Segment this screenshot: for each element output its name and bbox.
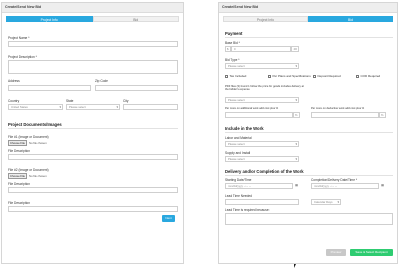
file2-label: File #2 (Image or Document) bbox=[8, 168, 49, 172]
file1-picker: Choose File No file chosen bbox=[8, 140, 47, 146]
file1-description-label: File Description bbox=[8, 149, 30, 153]
lead-time-reason-label: Lead Time is required because: bbox=[225, 208, 270, 212]
bid-panel: Create/Send New Bid Project Info Bid Pay… bbox=[218, 2, 398, 264]
file-status: No file chosen bbox=[28, 174, 47, 178]
file-description-input[interactable] bbox=[8, 206, 178, 212]
panel-title: Create/Send New Bid bbox=[2, 3, 183, 13]
additional-work-input[interactable] bbox=[225, 112, 293, 118]
deductive-work-input[interactable] bbox=[311, 112, 379, 118]
base-bid-label: Base Bid * bbox=[225, 41, 240, 45]
percent-addon: % bbox=[293, 112, 300, 118]
checkbox-box[interactable] bbox=[356, 74, 359, 78]
supply-install-label: Supply and Install bbox=[225, 151, 251, 155]
bid-type-select[interactable]: Please select bbox=[225, 63, 299, 69]
documents-section-title: Project Documents/Images bbox=[8, 122, 62, 127]
choose-file-button[interactable]: Choose File bbox=[8, 140, 27, 146]
project-description-textarea[interactable] bbox=[8, 60, 178, 74]
city-input[interactable] bbox=[123, 104, 178, 110]
checkbox-box[interactable] bbox=[268, 74, 271, 78]
file-description-label: File Description bbox=[8, 201, 30, 205]
bid-type-label: Bid Type * bbox=[225, 58, 240, 62]
checkbox-label: Tax Included bbox=[229, 74, 247, 78]
state-select[interactable]: Please select bbox=[66, 104, 120, 110]
file1-label: File #1 (Image or Document) bbox=[8, 135, 49, 139]
state-label: State bbox=[66, 99, 74, 103]
file2-description-label: File Description bbox=[8, 182, 30, 186]
next-button[interactable]: Next bbox=[162, 215, 175, 222]
calendar-icon[interactable]: ▦ bbox=[293, 183, 300, 188]
supply-install-select[interactable]: Please select bbox=[225, 156, 299, 162]
city-label: City bbox=[123, 99, 129, 103]
calendar-days-select[interactable]: Calendar Days bbox=[311, 199, 341, 205]
percent-addon: % bbox=[379, 112, 386, 118]
checkbox-box[interactable] bbox=[313, 74, 316, 78]
preview-button[interactable]: Preview bbox=[326, 249, 346, 256]
price-select[interactable]: Please select bbox=[225, 97, 299, 103]
divider bbox=[225, 37, 393, 38]
lead-time-input[interactable] bbox=[225, 199, 299, 205]
completion-date-label: Completion/Delivery Date/Time * bbox=[311, 178, 358, 182]
project-name-label: Project Name * bbox=[8, 36, 30, 40]
zip-code-label: Zip Code bbox=[95, 79, 108, 83]
checkbox-box[interactable] bbox=[225, 74, 228, 78]
starting-date-input[interactable]: mm/dd/yyyy --:-- -- bbox=[225, 183, 293, 189]
calendar-icon[interactable]: ▦ bbox=[379, 183, 386, 188]
tab-bid[interactable]: Bid bbox=[308, 16, 393, 22]
mouse-cursor-icon bbox=[294, 264, 296, 268]
file2-picker: Choose File No file chosen bbox=[8, 173, 47, 179]
country-select[interactable]: United States bbox=[8, 104, 63, 110]
divider bbox=[8, 128, 178, 129]
checkbox-label: Per Plans and Specifications bbox=[272, 74, 311, 78]
plans-specs-checkbox[interactable]: Per Plans and Specifications bbox=[268, 74, 311, 78]
save-select-recipient-button[interactable]: Save & Select Recipient bbox=[350, 249, 393, 256]
checkbox-label: Deposit Required bbox=[317, 74, 341, 78]
project-info-panel: Create/Send New Bid Project Info Bid Pro… bbox=[1, 2, 184, 264]
zip-code-input[interactable] bbox=[95, 85, 178, 91]
payment-section-title: Payment bbox=[225, 31, 243, 36]
labor-material-label: Labor and Material bbox=[225, 136, 252, 140]
base-bid-input[interactable]: 0 bbox=[231, 46, 291, 52]
tab-project-info[interactable]: Project Info bbox=[223, 16, 308, 22]
tab-project-info[interactable]: Project Info bbox=[6, 16, 93, 22]
file2-description-input[interactable] bbox=[8, 187, 178, 193]
cod-required-checkbox[interactable]: COD Required bbox=[356, 74, 380, 78]
address-label: Address bbox=[8, 79, 20, 83]
additional-work-label: Per more on additional work add cost plu… bbox=[225, 107, 279, 110]
country-label: Country bbox=[8, 99, 20, 103]
checkbox-label: COD Required bbox=[360, 74, 381, 78]
delivery-section-title: Delivery and/or Completion of the Work bbox=[225, 169, 304, 174]
panel-title: Create/Send New Bid bbox=[219, 3, 397, 13]
choose-file-button[interactable]: Choose File bbox=[8, 173, 27, 179]
file-status: No file chosen bbox=[28, 141, 47, 145]
decimal-addon: .00 bbox=[291, 46, 299, 52]
lead-time-label: Lead Time Needed bbox=[225, 194, 252, 198]
divider bbox=[225, 132, 393, 133]
project-name-input[interactable] bbox=[8, 41, 178, 47]
starting-date-label: Starting Date/Time bbox=[225, 178, 252, 182]
tab-bid[interactable]: Bid bbox=[92, 16, 179, 22]
completion-date-input[interactable]: mm/dd/yyyy --:-- -- bbox=[311, 183, 379, 189]
lead-time-reason-textarea[interactable] bbox=[225, 213, 393, 225]
price-note: PDF files (3) found 1 follow the price f… bbox=[225, 85, 304, 92]
deposit-required-checkbox[interactable]: Deposit Required bbox=[313, 74, 341, 78]
deductive-work-label: Per more on deductive work add cost plus… bbox=[311, 107, 365, 110]
include-section-title: Include in the Work bbox=[225, 126, 264, 131]
tab-bar: Project Info Bid bbox=[6, 16, 179, 22]
tab-bar: Project Info Bid bbox=[223, 16, 393, 22]
labor-material-select[interactable]: Please select bbox=[225, 141, 299, 147]
address-input[interactable] bbox=[8, 85, 91, 91]
tax-included-checkbox[interactable]: Tax Included bbox=[225, 74, 246, 78]
divider bbox=[225, 175, 393, 176]
file1-description-input[interactable] bbox=[8, 154, 178, 160]
project-description-label: Project Description * bbox=[8, 55, 37, 59]
